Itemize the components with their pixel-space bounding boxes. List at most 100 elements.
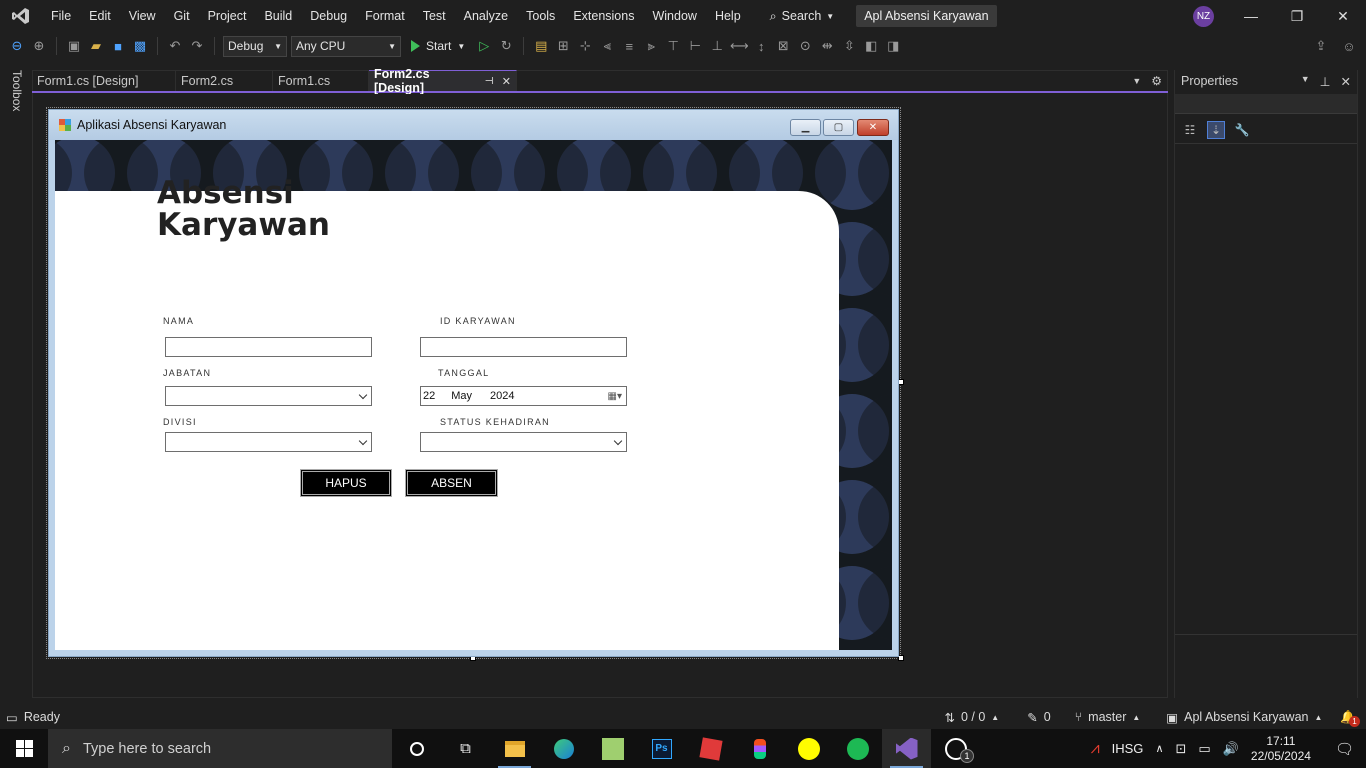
user-avatar[interactable]: NZ (1193, 6, 1214, 27)
tab-form2-design[interactable]: Form2.cs [Design] ⊣ ✕ (369, 67, 517, 95)
battery-icon[interactable]: ▭ (1198, 741, 1210, 757)
dropdown-icon[interactable]: ▼ (1301, 74, 1310, 89)
hapus-button[interactable]: HAPUS (300, 469, 392, 497)
search-button[interactable]: ⌕ Search ▼ (762, 9, 843, 24)
nama-input[interactable] (165, 337, 372, 357)
save-all-icon[interactable]: ▩ (131, 37, 149, 55)
status-edits[interactable]: ✎ 0 (1027, 710, 1050, 725)
platform-select[interactable]: Any CPU ▼ (291, 35, 401, 57)
form-close-button[interactable]: ✕ (857, 119, 889, 136)
categorized-icon[interactable]: ☷ (1181, 121, 1199, 139)
navigate-back-icon[interactable]: ⊖ (8, 37, 26, 55)
pin-icon[interactable]: ⊥ (1320, 74, 1331, 89)
menu-project[interactable]: Project (199, 0, 256, 32)
taskbar-visual-studio[interactable] (882, 729, 931, 768)
chevron-up-icon[interactable]: ∧ (1155, 742, 1163, 755)
menu-analyze[interactable]: Analyze (455, 0, 517, 32)
horizontal-spacing-icon[interactable]: ⇹ (818, 37, 836, 55)
notifications-button[interactable]: 🔔 1 (1340, 710, 1360, 727)
restore-button[interactable]: ❐ (1274, 0, 1320, 32)
align-centers-icon[interactable]: ≡ (620, 37, 638, 55)
form-preview-window[interactable]: Aplikasi Absensi Karyawan ▁ ▢ ✕ Absensi … (48, 109, 899, 657)
form-maximize-button[interactable]: ▢ (823, 119, 854, 136)
taskbar-whatsapp[interactable]: 1 (931, 729, 980, 768)
divisi-select[interactable] (165, 432, 372, 452)
navigate-forward-icon[interactable]: ⊕ (30, 37, 48, 55)
close-icon[interactable]: ✕ (1341, 74, 1351, 89)
stock-label[interactable]: IHSG (1112, 741, 1144, 756)
minimize-button[interactable]: — (1228, 0, 1274, 32)
menu-tools[interactable]: Tools (517, 0, 564, 32)
clock[interactable]: 17:11 22/05/2024 (1251, 734, 1311, 764)
new-item-icon[interactable]: ▣ (65, 37, 83, 55)
taskbar-edge[interactable] (539, 729, 588, 768)
tab-form2-code[interactable]: Form2.cs (176, 70, 273, 91)
calendar-icon[interactable]: ▦▾ (608, 391, 622, 402)
menu-test[interactable]: Test (414, 0, 455, 32)
redo-icon[interactable]: ↷ (188, 37, 206, 55)
action-center-icon[interactable]: 🗨 (1335, 740, 1354, 758)
align-middles-icon[interactable]: ⊢ (686, 37, 704, 55)
menu-window[interactable]: Window (643, 0, 705, 32)
hot-reload-icon[interactable]: ↻ (497, 37, 515, 55)
volume-icon[interactable]: 🔊 (1223, 741, 1239, 757)
taskbar-search[interactable]: ⌕ Type here to search (48, 729, 392, 768)
tab-form1-design[interactable]: Form1.cs [Design] (32, 70, 176, 91)
taskbar-spotify[interactable] (833, 729, 882, 768)
start-debugging-button[interactable]: Start ▼ (405, 39, 471, 53)
close-button[interactable]: ✕ (1320, 0, 1366, 32)
tab-form1-code[interactable]: Form1.cs (273, 70, 369, 91)
start-without-debugging-icon[interactable]: ▷ (475, 37, 493, 55)
align-rights-icon[interactable]: ⫸ (642, 37, 660, 55)
menu-git[interactable]: Git (165, 0, 199, 32)
form-minimize-button[interactable]: ▁ (790, 119, 821, 136)
status-branch[interactable]: ⑂ master ▲ (1075, 710, 1141, 724)
taskbar-sketchup[interactable] (686, 729, 735, 768)
align-to-grid-icon[interactable]: ⊹ (576, 37, 594, 55)
tab-overflow-icon[interactable]: ▼ (1132, 76, 1141, 86)
status-project[interactable]: ▣ Apl Absensi Karyawan ▲ (1166, 710, 1322, 725)
vertical-spacing-icon[interactable]: ⇳ (840, 37, 858, 55)
taskbar-photoshop[interactable]: Ps (637, 729, 686, 768)
status-lines[interactable]: ⇅ 0 / 0 ▲ (944, 710, 999, 725)
jabatan-select[interactable] (165, 386, 372, 406)
align-tops-icon[interactable]: ⊤ (664, 37, 682, 55)
size-to-grid-icon[interactable]: ⊠ (774, 37, 792, 55)
bring-to-front-icon[interactable]: ◧ (862, 37, 880, 55)
properties-object-select[interactable] (1175, 94, 1357, 114)
make-same-height-icon[interactable]: ↕ (752, 37, 770, 55)
menu-view[interactable]: View (120, 0, 165, 32)
id-karyawan-input[interactable] (420, 337, 627, 357)
solution-explorer-icon[interactable]: ▤ (532, 37, 550, 55)
pin-icon[interactable]: ⊣ (485, 76, 494, 87)
settings-icon[interactable]: ⚙ (1151, 74, 1162, 88)
configuration-select[interactable]: Debug ▼ (223, 35, 287, 57)
toolbox-tab[interactable]: Toolbox (10, 70, 24, 111)
undo-icon[interactable]: ↶ (166, 37, 184, 55)
menu-file[interactable]: File (42, 0, 80, 32)
taskbar-file-explorer[interactable] (490, 729, 539, 768)
task-view-button[interactable]: ⧉ (441, 729, 490, 768)
menu-extensions[interactable]: Extensions (564, 0, 643, 32)
network-icon[interactable]: ⊡ (1176, 741, 1187, 757)
menu-edit[interactable]: Edit (80, 0, 120, 32)
status-kehadiran-select[interactable] (420, 432, 627, 452)
align-lefts-icon[interactable]: ⫷ (598, 37, 616, 55)
taskbar-notepad-plus[interactable] (588, 729, 637, 768)
open-folder-icon[interactable]: ▰ (87, 37, 105, 55)
close-tab-icon[interactable]: ✕ (502, 75, 511, 88)
feedback-icon[interactable]: ☺ (1340, 37, 1358, 55)
tanggal-datepicker[interactable]: 22 May 2024 ▦▾ (420, 386, 627, 406)
events-wrench-icon[interactable]: 🔧 (1233, 121, 1251, 139)
save-icon[interactable]: ■ (109, 37, 127, 55)
layout-toolbar-icon[interactable]: ⊞ (554, 37, 572, 55)
align-bottoms-icon[interactable]: ⊥ (708, 37, 726, 55)
absen-button[interactable]: ABSEN (405, 469, 498, 497)
make-same-width-icon[interactable]: ⟷ (730, 37, 749, 55)
menu-format[interactable]: Format (356, 0, 414, 32)
alphabetical-icon[interactable]: ⇣ (1207, 120, 1225, 139)
cortana-button[interactable] (392, 729, 441, 768)
start-button[interactable] (0, 729, 48, 768)
live-share-icon[interactable]: ⇪ (1312, 37, 1330, 55)
send-to-back-icon[interactable]: ◨ (884, 37, 902, 55)
